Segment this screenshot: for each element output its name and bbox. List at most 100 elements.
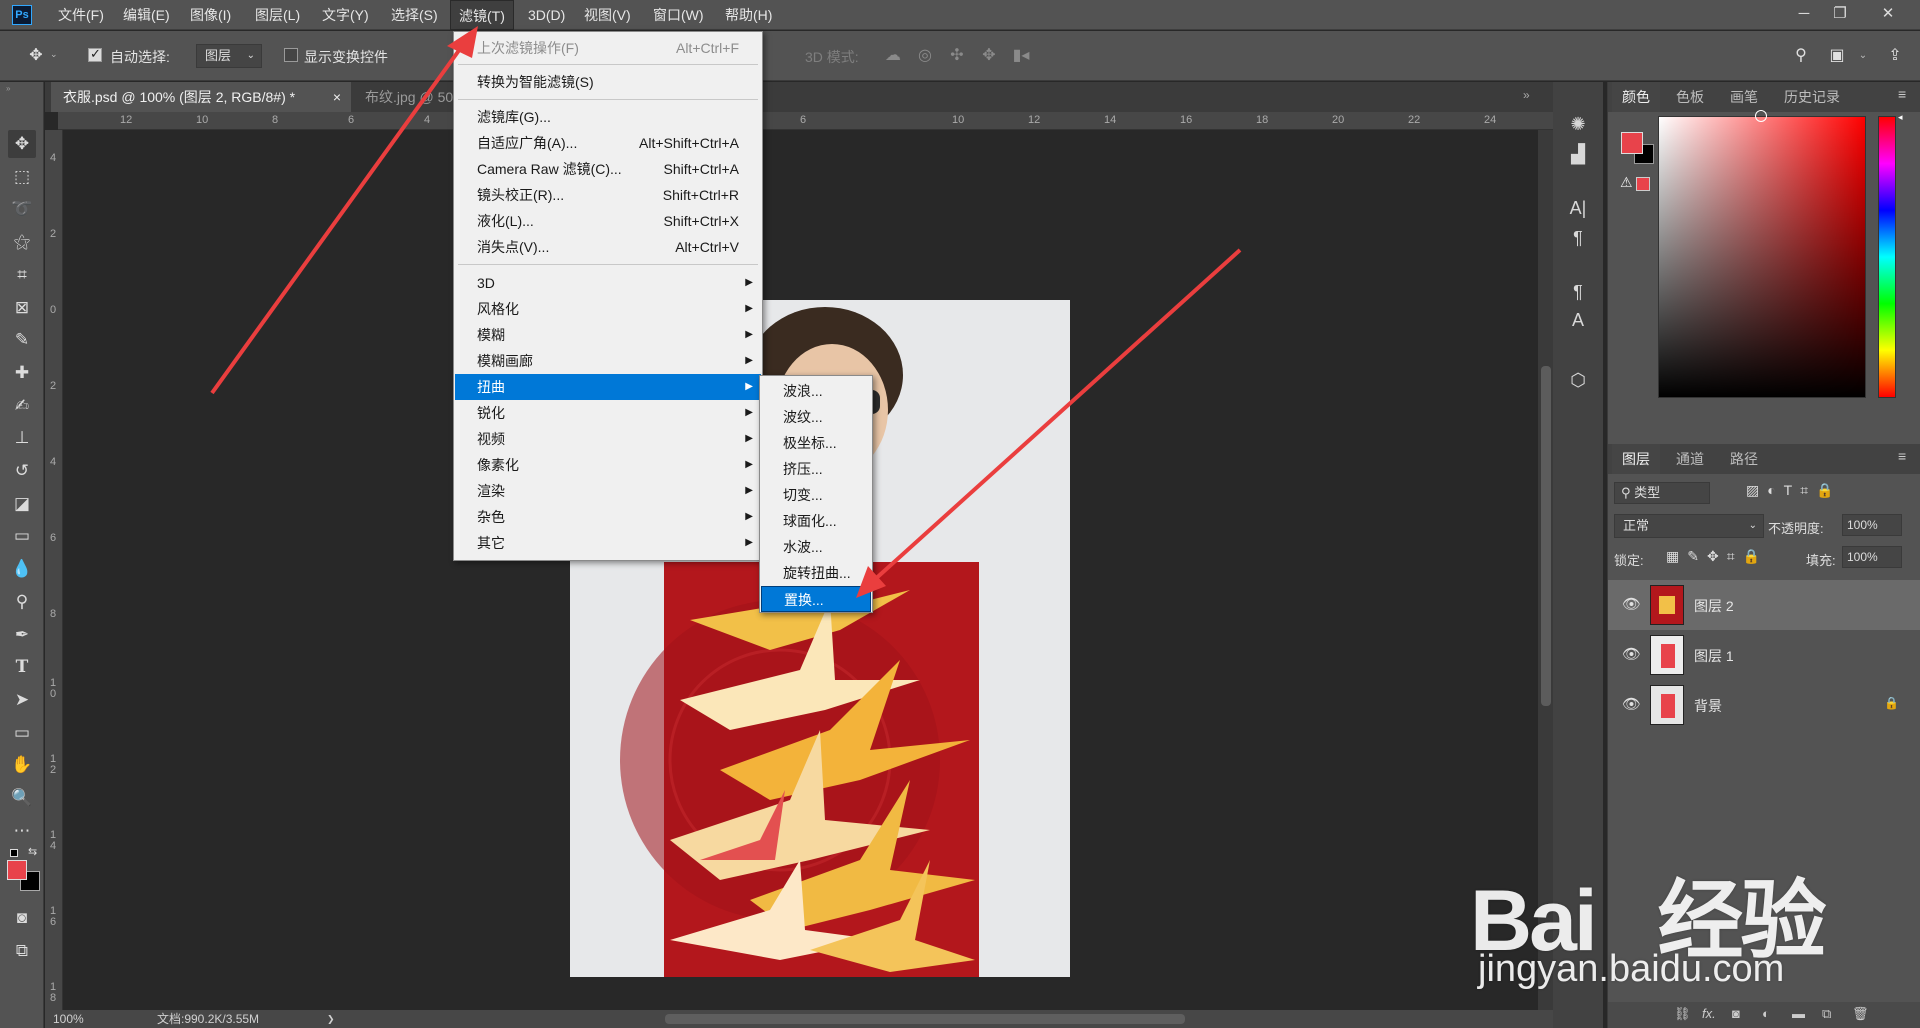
- scale-3d-icon[interactable]: ▮◂: [1010, 45, 1032, 67]
- menu-item-stylize[interactable]: 风格化 ▶: [455, 296, 761, 322]
- tab-swatches[interactable]: 色板: [1666, 82, 1714, 112]
- restore-button[interactable]: ❐: [1822, 2, 1858, 26]
- foreground-color-swatch[interactable]: [7, 860, 27, 880]
- quick-mask-icon[interactable]: ◙: [8, 904, 36, 932]
- gradient-tool-icon[interactable]: ▭: [8, 522, 36, 550]
- submenu-item-displace[interactable]: 置换...: [761, 586, 871, 612]
- layer-filter-icons[interactable]: ▨◐T⌗🔒: [1746, 482, 1842, 499]
- paragraph-icon[interactable]: ¶: [1563, 224, 1593, 252]
- menu-item-filter-gallery[interactable]: 滤镜库(G)...: [455, 104, 761, 130]
- menu-window[interactable]: 窗口(W): [645, 0, 712, 30]
- pan-3d-icon[interactable]: ✣: [946, 45, 968, 67]
- auto-select-target-select[interactable]: 图层 ⌄: [196, 44, 262, 68]
- blend-mode-select[interactable]: 正常 ⌄: [1614, 514, 1764, 538]
- menu-item-video[interactable]: 视频 ▶: [455, 426, 761, 452]
- scroll-thumb[interactable]: [1541, 366, 1551, 706]
- properties-icon[interactable]: ✺: [1563, 110, 1593, 138]
- slide-3d-icon[interactable]: ✥: [978, 45, 1000, 67]
- dodge-tool-icon[interactable]: ⚲: [8, 588, 36, 616]
- submenu-item-twirl[interactable]: 旋转扭曲...: [761, 560, 871, 586]
- fill-input[interactable]: 100%: [1842, 546, 1902, 568]
- lock-icons[interactable]: ▦✎✥⌗🔒: [1666, 548, 1768, 565]
- mask-icon[interactable]: ◙: [1732, 1006, 1740, 1021]
- rectangle-tool-icon[interactable]: ▭: [8, 719, 36, 747]
- layer-name[interactable]: 图层 2: [1694, 596, 1734, 616]
- zoom-tool-icon[interactable]: 🔍: [8, 784, 36, 812]
- color-picker-marker[interactable]: [1755, 110, 1767, 122]
- menu-file[interactable]: 文件(F): [50, 0, 112, 30]
- visibility-eye-icon[interactable]: 👁: [1622, 696, 1641, 714]
- foreground-color-swatch[interactable]: [1621, 132, 1643, 154]
- eraser-tool-icon[interactable]: ◪: [8, 490, 36, 518]
- menu-item-sharpen[interactable]: 锐化 ▶: [455, 400, 761, 426]
- visibility-eye-icon[interactable]: 👁: [1622, 646, 1641, 664]
- menu-item-camera-raw[interactable]: Camera Raw 滤镜(C)... Shift+Ctrl+A: [455, 156, 761, 182]
- character-icon[interactable]: A|: [1563, 194, 1593, 222]
- roll-3d-icon[interactable]: ◎: [914, 45, 936, 67]
- menu-item-blur[interactable]: 模糊 ▶: [455, 322, 761, 348]
- tab-color[interactable]: 颜色: [1612, 82, 1660, 112]
- menu-item-smart-filter[interactable]: 转换为智能滤镜(S): [455, 69, 761, 95]
- menu-item-last-filter[interactable]: 上次滤镜操作(F) Alt+Ctrl+F: [455, 35, 761, 61]
- tab-channels[interactable]: 通道: [1666, 444, 1714, 474]
- trash-icon[interactable]: 🗑: [1852, 1006, 1869, 1022]
- submenu-item-spherize[interactable]: 球面化...: [761, 508, 871, 534]
- orbit-3d-icon[interactable]: ☁: [882, 45, 904, 67]
- color-field[interactable]: [1658, 116, 1866, 398]
- lasso-tool-icon[interactable]: ➰: [8, 195, 36, 223]
- menu-item-render[interactable]: 渲染 ▶: [455, 478, 761, 504]
- tab-overflow-icon[interactable]: »: [1523, 88, 1530, 102]
- search-icon[interactable]: ⚲: [1790, 45, 1812, 67]
- brush-tool-icon[interactable]: ✍: [8, 392, 36, 420]
- submenu-item-pinch[interactable]: 挤压...: [761, 456, 871, 482]
- 3d-cube-icon[interactable]: ⬡: [1563, 366, 1593, 394]
- menu-item-other[interactable]: 其它 ▶: [455, 530, 761, 556]
- show-transform-checkbox[interactable]: [284, 48, 298, 62]
- tab-history[interactable]: 历史记录: [1774, 82, 1850, 112]
- frame-tool-icon[interactable]: ⊠: [8, 294, 36, 322]
- visibility-eye-icon[interactable]: 👁: [1622, 596, 1641, 614]
- menu-type[interactable]: 文字(Y): [314, 0, 377, 30]
- screen-mode-icon[interactable]: ⧉: [8, 937, 36, 965]
- adjustment-icon[interactable]: ◐: [1762, 1006, 1770, 1021]
- path-selection-icon[interactable]: ➤: [8, 686, 36, 714]
- panel-menu-icon[interactable]: ≡: [1898, 86, 1906, 102]
- menu-filter[interactable]: 滤镜(T): [450, 0, 514, 30]
- tab-paths[interactable]: 路径: [1720, 444, 1768, 474]
- submenu-item-wave[interactable]: 波浪...: [761, 378, 871, 404]
- menu-item-distort[interactable]: 扭曲 ▶: [455, 374, 761, 400]
- layer-row[interactable]: 👁 背景 🔒: [1608, 680, 1920, 730]
- menu-select[interactable]: 选择(S): [383, 0, 446, 30]
- layer-name[interactable]: 背景: [1694, 696, 1722, 716]
- tool-preset-chevron-icon[interactable]: ⌄: [50, 49, 58, 60]
- menu-help[interactable]: 帮助(H): [717, 0, 780, 30]
- menu-item-liquify[interactable]: 液化(L)... Shift+Ctrl+X: [455, 208, 761, 234]
- horizontal-scrollbar[interactable]: [665, 1014, 1185, 1024]
- histogram-icon[interactable]: ▟: [1563, 140, 1593, 168]
- menu-item-3d[interactable]: 3D ▶: [455, 270, 761, 296]
- marquee-tool-icon[interactable]: ⬚: [8, 163, 36, 191]
- menu-view[interactable]: 视图(V): [576, 0, 639, 30]
- group-icon[interactable]: ▬: [1792, 1006, 1805, 1021]
- move-tool-icon[interactable]: ✥: [25, 45, 47, 67]
- close-icon[interactable]: ×: [333, 82, 341, 112]
- eyedropper-icon[interactable]: ✎: [8, 326, 36, 354]
- close-button[interactable]: ✕: [1870, 2, 1906, 26]
- history-brush-icon[interactable]: ↺: [8, 457, 36, 485]
- hue-slider[interactable]: [1878, 116, 1896, 398]
- zoom-level[interactable]: 100%: [53, 1010, 84, 1028]
- submenu-item-zigzag[interactable]: 水波...: [761, 534, 871, 560]
- menu-item-noise[interactable]: 杂色 ▶: [455, 504, 761, 530]
- layer-name[interactable]: 图层 1: [1694, 646, 1734, 666]
- tab-clothes-psd[interactable]: 衣服.psd @ 100% (图层 2, RGB/8#) * ×: [51, 82, 351, 112]
- character-styles-icon[interactable]: A: [1563, 306, 1593, 334]
- clone-stamp-icon[interactable]: ⊥: [8, 424, 36, 452]
- collapse-icon[interactable]: »: [6, 84, 10, 93]
- tab-layers[interactable]: 图层: [1612, 444, 1660, 474]
- menu-item-adaptive-wide-angle[interactable]: 自适应广角(A)... Alt+Shift+Ctrl+A: [455, 130, 761, 156]
- hand-tool-icon[interactable]: ✋: [8, 751, 36, 779]
- layer-filter-select[interactable]: ⚲ 类型: [1614, 482, 1710, 504]
- status-menu-icon[interactable]: ❯: [327, 1010, 335, 1028]
- new-layer-icon[interactable]: ⧉: [1822, 1006, 1831, 1022]
- blur-tool-icon[interactable]: 💧: [8, 555, 36, 583]
